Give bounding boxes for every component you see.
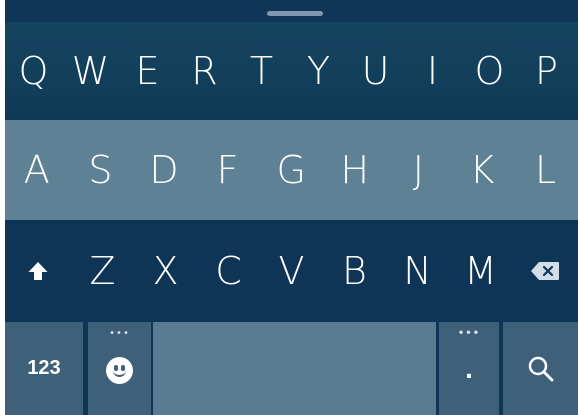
space-bar[interactable]	[153, 322, 436, 415]
more-indicator: •••	[109, 328, 130, 339]
key-k[interactable]: K	[450, 148, 514, 192]
search-key[interactable]	[503, 322, 578, 415]
key-o[interactable]: O	[461, 49, 518, 93]
key-h[interactable]: H	[323, 148, 387, 192]
key-z[interactable]: Z	[71, 249, 134, 293]
shift-arrow-icon	[28, 262, 48, 280]
period-label: .	[465, 352, 473, 384]
key-w[interactable]: W	[62, 49, 119, 93]
smiley-icon	[106, 357, 133, 384]
drag-handle[interactable]	[267, 11, 323, 16]
key-f[interactable]: F	[196, 148, 260, 192]
key-t[interactable]: T	[233, 49, 290, 93]
backspace-icon	[531, 262, 559, 280]
key-a[interactable]: A	[5, 148, 69, 192]
keyboard-bottom-row: 123 ••• ••• .	[5, 322, 578, 415]
emoji-key[interactable]: •••	[88, 322, 151, 415]
shift-key[interactable]	[5, 260, 71, 282]
key-i[interactable]: I	[404, 49, 461, 93]
period-key[interactable]: ••• .	[439, 322, 499, 415]
keyboard-row-3: Z X C V B N M	[5, 220, 578, 322]
key-s[interactable]: S	[69, 148, 133, 192]
key-j[interactable]: J	[387, 148, 451, 192]
key-c[interactable]: C	[197, 249, 260, 293]
key-g[interactable]: G	[259, 148, 323, 192]
key-v[interactable]: V	[260, 249, 323, 293]
more-indicator: •••	[457, 328, 481, 339]
key-q[interactable]: Q	[5, 49, 62, 93]
key-b[interactable]: B	[323, 249, 386, 293]
key-l[interactable]: L	[514, 148, 578, 192]
key-d[interactable]: D	[132, 148, 196, 192]
key-e[interactable]: E	[119, 49, 176, 93]
key-x[interactable]: X	[134, 249, 197, 293]
key-u[interactable]: U	[347, 49, 404, 93]
search-icon	[528, 356, 553, 381]
keyboard-row-2: A S D F G H J K L	[5, 120, 578, 220]
key-p[interactable]: P	[518, 49, 575, 93]
backspace-key[interactable]	[512, 261, 578, 281]
key-n[interactable]: N	[386, 249, 449, 293]
keyboard: Q W E R T Y U I O P A S D F G H J K L Z …	[5, 0, 578, 415]
key-r[interactable]: R	[176, 49, 233, 93]
key-y[interactable]: Y	[290, 49, 347, 93]
keyboard-row-1: Q W E R T Y U I O P	[5, 22, 578, 120]
numbers-key[interactable]: 123	[5, 322, 83, 415]
key-m[interactable]: M	[449, 249, 512, 293]
